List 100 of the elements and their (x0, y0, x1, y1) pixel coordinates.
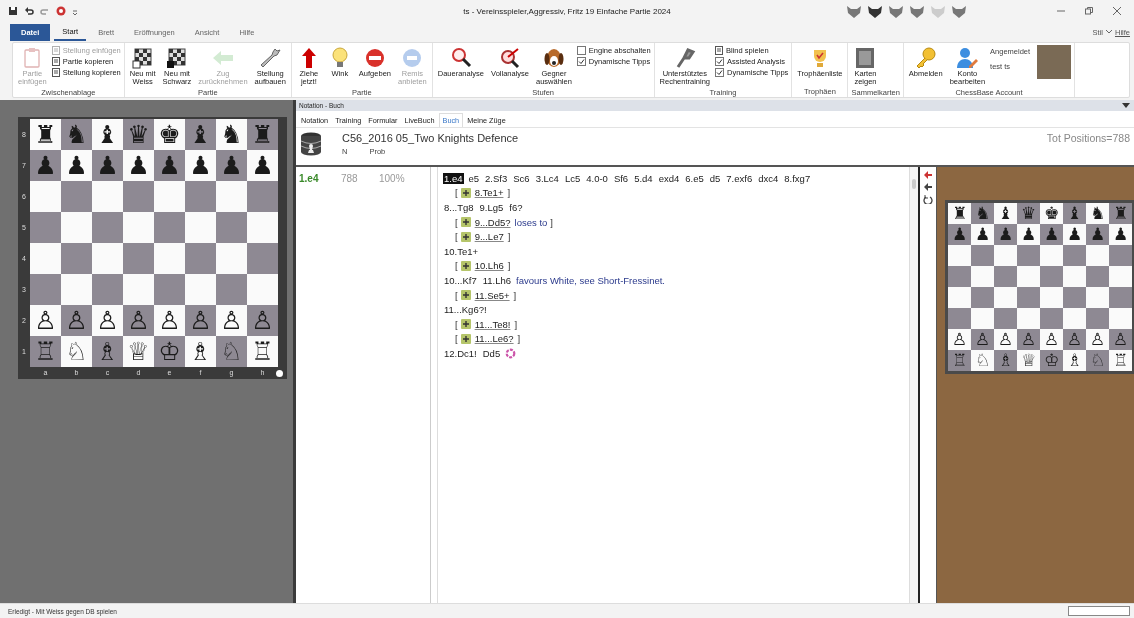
board-square[interactable] (1017, 308, 1040, 329)
mascot-icon[interactable] (866, 3, 884, 19)
move-text[interactable]: 11...Te8! (473, 318, 512, 330)
move-text[interactable]: Dd5 (481, 347, 502, 359)
board-square[interactable] (1086, 308, 1109, 329)
board-square[interactable] (154, 212, 185, 243)
board-square[interactable] (1040, 266, 1063, 287)
board-square[interactable] (1109, 245, 1132, 266)
board-square[interactable] (30, 243, 61, 274)
move-text[interactable]: 1.e4 (443, 172, 464, 184)
move-text[interactable]: 9.Lg5 (478, 202, 505, 213)
expand-icon[interactable] (460, 290, 471, 301)
board-square[interactable] (1109, 266, 1132, 287)
board-square[interactable] (92, 243, 123, 274)
move-text[interactable]: f6? (508, 202, 524, 213)
move-text[interactable]: 11...Kg6?! (443, 304, 488, 316)
board-square[interactable] (185, 274, 216, 305)
board-square[interactable] (30, 212, 61, 243)
board-square[interactable] (216, 212, 247, 243)
board-square[interactable] (1040, 287, 1063, 308)
board-square[interactable] (971, 287, 994, 308)
board-square[interactable] (1063, 245, 1086, 266)
board-square[interactable] (994, 266, 1017, 287)
board-square[interactable] (92, 274, 123, 305)
board-square[interactable] (216, 181, 247, 212)
move-text[interactable]: 11.Se5+ (473, 289, 511, 301)
expand-icon[interactable] (460, 187, 471, 198)
board-square[interactable] (154, 181, 185, 212)
board-square[interactable] (123, 243, 154, 274)
move-text[interactable]: 11.Lh6 (481, 274, 513, 286)
board-square[interactable] (1017, 245, 1040, 266)
board-square[interactable] (185, 243, 216, 274)
board-square[interactable] (1063, 266, 1086, 287)
move-text[interactable]: Sc6 (512, 172, 531, 184)
board-square[interactable] (948, 266, 971, 287)
move-text[interactable]: d5 (708, 172, 722, 184)
board-square[interactable] (948, 308, 971, 329)
move-text[interactable]: 4.0-0 (585, 172, 609, 184)
board-square[interactable] (1109, 308, 1132, 329)
move-text[interactable]: Sf6 (612, 172, 630, 184)
board-square[interactable] (948, 245, 971, 266)
chess-board[interactable]: ♜ ♞ ♝ ♛ ♚ ♝ ♞ ♜ ♟ ♟ ♟ ♟ ♟ ♟ ♟ ♟ ♙ ♙ ♙ ♙ ♙ ♙ ♙ ♙ ♖ ♘ ♗ ♕ ♔ ♗ ♘ ♖ (945, 200, 1134, 374)
board-square[interactable] (1063, 308, 1086, 329)
app-logo-icon[interactable] (56, 6, 66, 16)
board-square[interactable] (123, 212, 154, 243)
move-text[interactable]: 2.Sf3 (484, 172, 509, 184)
board-square[interactable] (948, 287, 971, 308)
expand-icon[interactable] (460, 319, 471, 330)
move-text[interactable]: 3.Lc4 (534, 172, 560, 184)
board-square[interactable] (1086, 266, 1109, 287)
dropdown-icon[interactable] (1122, 103, 1130, 108)
move-text[interactable]: 6.e5 (684, 172, 705, 184)
board-square[interactable] (154, 243, 185, 274)
move-text[interactable]: 8.Te1+ (473, 187, 505, 199)
restore-icon[interactable] (1084, 6, 1094, 16)
move-text[interactable]: dxc4 (757, 172, 780, 184)
move-text[interactable]: 12.Dc1! (443, 347, 478, 359)
board-square[interactable] (994, 245, 1017, 266)
board-square[interactable] (247, 181, 278, 212)
move-text[interactable]: 10.Te1+ (443, 245, 480, 257)
board-square[interactable] (123, 181, 154, 212)
board-square[interactable] (1017, 266, 1040, 287)
board-square[interactable] (154, 274, 185, 305)
board-square[interactable] (971, 266, 994, 287)
book-move[interactable]: 1.e4 (296, 173, 341, 184)
expand-icon[interactable] (460, 260, 471, 271)
undo-icon[interactable] (24, 6, 34, 16)
close-icon[interactable] (1112, 6, 1122, 16)
board-square[interactable] (185, 181, 216, 212)
board-square[interactable] (994, 287, 1017, 308)
move-text[interactable]: 10...Kf7 (443, 274, 478, 286)
move-text[interactable]: 9...Le7 (473, 231, 505, 243)
board-square[interactable] (971, 245, 994, 266)
board-square[interactable] (971, 308, 994, 329)
board-square[interactable] (92, 212, 123, 243)
board-square[interactable] (61, 274, 92, 305)
expand-icon[interactable] (460, 333, 471, 344)
scrollbar-thumb[interactable] (912, 179, 916, 189)
board-square[interactable] (30, 274, 61, 305)
board-square[interactable] (994, 308, 1017, 329)
board-square[interactable] (1109, 287, 1132, 308)
expand-icon[interactable] (460, 217, 471, 228)
board-square[interactable] (123, 274, 154, 305)
save-icon[interactable] (8, 6, 18, 16)
board-square[interactable] (1040, 245, 1063, 266)
move-text[interactable]: exd4 (657, 172, 681, 184)
board-square[interactable] (216, 274, 247, 305)
board-square[interactable] (216, 243, 247, 274)
board-square[interactable] (92, 181, 123, 212)
board-square[interactable] (1063, 287, 1086, 308)
rotate-icon[interactable] (923, 194, 933, 204)
board-square[interactable] (247, 243, 278, 274)
move-text[interactable]: 8...Tg8 (443, 202, 475, 213)
move-text[interactable]: e5 (467, 172, 481, 184)
expand-icon[interactable] (460, 231, 471, 242)
board-square[interactable] (61, 212, 92, 243)
board-square[interactable] (1086, 245, 1109, 266)
board-square[interactable] (185, 212, 216, 243)
move-text[interactable]: 8.fxg7 (783, 172, 812, 184)
move-text[interactable]: 7.exf6 (725, 172, 754, 184)
